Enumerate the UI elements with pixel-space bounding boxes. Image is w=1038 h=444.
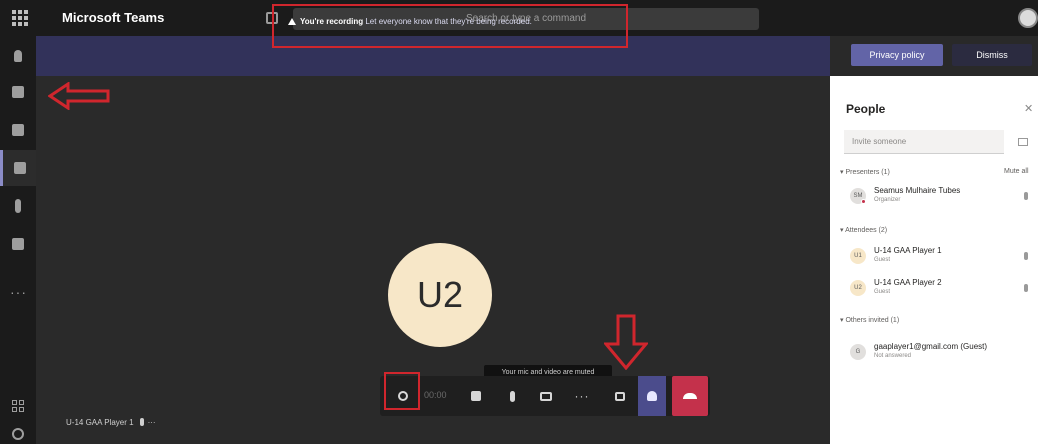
hang-up-button[interactable] [672,376,708,416]
others-header[interactable]: Others invited (1) [840,316,899,324]
mute-all-button[interactable]: Mute all [1004,168,1029,175]
share-invite-icon[interactable] [1018,138,1028,146]
presence-badge [861,199,866,204]
app-title: Microsoft Teams [62,10,165,25]
privacy-policy-button[interactable]: Privacy policy [851,44,943,66]
participant-avatar-small: U1 [850,248,866,264]
show-conversation-icon[interactable] [608,376,632,416]
attendees-header[interactable]: Attendees (2) [840,226,887,234]
participant-role: Not answered [874,353,912,359]
camera-icon[interactable] [464,376,488,416]
files-icon[interactable] [0,226,36,262]
recording-highlight [272,4,628,48]
participant-avatar: U2 [388,243,492,347]
participant-avatar-small: G [850,344,866,360]
participant-mic-icon [1024,252,1028,260]
recording-title: You're recording [300,17,364,26]
participant-name: U-14 GAA Player 1 [874,246,942,255]
show-participants-icon[interactable] [638,376,666,416]
close-icon[interactable]: ✕ [1024,102,1033,115]
participant-role: Organizer [874,197,901,203]
recording-message: Let everyone know that they're being rec… [365,17,532,26]
arrow-left-annotation [48,82,110,110]
calls-icon[interactable] [0,188,36,224]
panel-title: People [846,102,886,116]
teams-window: Microsoft Teams Search or type a command… [0,0,1038,444]
help-icon[interactable] [12,428,24,440]
self-more-button[interactable]: ··· [148,418,156,427]
recording-control-highlight [384,372,420,410]
dismiss-button[interactable]: Dismiss [952,44,1032,66]
participant-role: Guest [874,289,891,295]
participant-role: Guest [874,257,891,263]
more-actions-icon[interactable]: ··· [570,376,594,416]
people-panel: People ✕ Invite someone Presenters (1) M… [830,76,1038,444]
more-apps-icon[interactable]: ··· [10,284,27,300]
participant-row[interactable]: G gaaplayer1@gmail.com (Guest) Not answe… [850,342,1030,366]
self-name: U-14 GAA Player 1 [66,418,134,427]
profile-avatar[interactable] [1018,8,1038,28]
microphone-icon[interactable] [500,376,524,416]
mic-off-icon [139,418,144,426]
teams-icon[interactable] [0,112,36,148]
app-launcher-icon[interactable] [12,10,28,26]
share-screen-icon[interactable] [534,376,558,416]
app-bar: ··· [0,36,36,444]
warning-icon [288,18,296,25]
participant-row[interactable]: U2 U-14 GAA Player 2 Guest [850,278,1030,302]
participant-name: U-14 GAA Player 2 [874,278,942,287]
participant-avatar-small: U2 [850,280,866,296]
activity-icon[interactable] [0,38,36,74]
invite-input[interactable]: Invite someone [844,130,1004,154]
participant-row[interactable]: SM Seamus Mulhaire Tubes Organizer [850,186,1030,210]
participant-row[interactable]: U1 U-14 GAA Player 1 Guest [850,246,1030,270]
recording-notice: You're recording Let everyone know that … [288,17,532,26]
participant-mic-icon [1024,284,1028,292]
apps-icon[interactable] [12,400,24,412]
participant-mic-icon [1024,192,1028,200]
presenters-header[interactable]: Presenters (1) [840,168,889,176]
arrow-down-annotation [604,314,648,370]
calendar-icon[interactable] [0,150,36,186]
participant-name: Seamus Mulhaire Tubes [874,186,961,195]
self-video-label: U-14 GAA Player 1 ··· [66,418,156,427]
participant-name: gaaplayer1@gmail.com (Guest) [874,342,988,351]
call-timer: 00:00 [424,390,447,400]
chat-icon[interactable] [0,74,36,110]
